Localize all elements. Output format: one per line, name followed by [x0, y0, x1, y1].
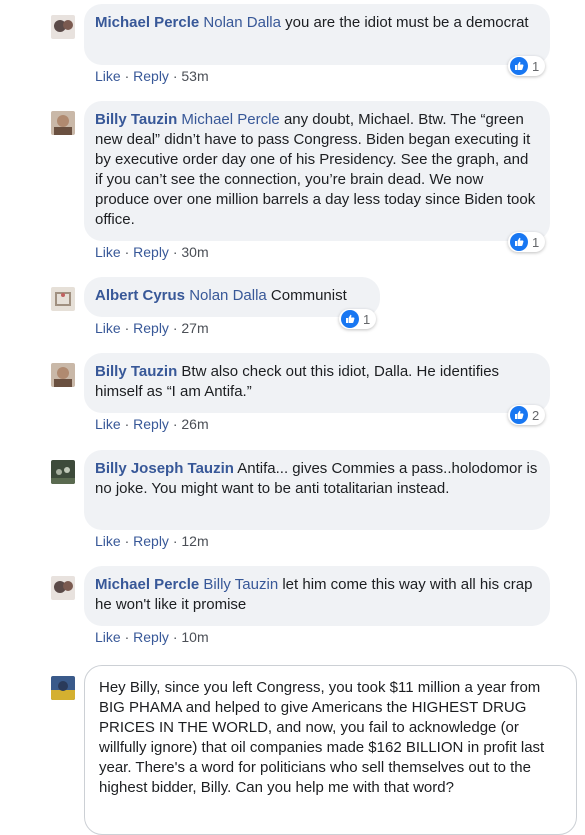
comment-author[interactable]: Michael Percle	[95, 576, 199, 593]
reply-link[interactable]: Reply	[133, 244, 169, 260]
reply-link[interactable]: Reply	[133, 320, 169, 336]
like-reaction-icon	[510, 57, 528, 75]
avatar[interactable]	[51, 111, 75, 135]
comment-mention[interactable]: Billy Tauzin	[203, 576, 278, 593]
avatar[interactable]	[51, 287, 75, 311]
comment-time[interactable]: 27m	[181, 320, 208, 336]
comment-actions: Like · Reply · 53m	[95, 68, 209, 84]
reaction-count[interactable]: 1	[339, 309, 377, 329]
comment-bubble: Michael Percle Billy Tauzin let him come…	[84, 566, 550, 626]
comment-mention[interactable]: Nolan Dalla	[189, 287, 267, 304]
separator: ·	[172, 320, 178, 336]
comment-time[interactable]: 53m	[181, 68, 208, 84]
reply-input-text: Hey Billy, since you left Congress, you …	[99, 679, 545, 796]
separator: ·	[124, 629, 130, 645]
separator: ·	[124, 320, 130, 336]
separator: ·	[172, 416, 178, 432]
comment-text: Communist	[266, 287, 347, 304]
comment-bubble: Billy Joseph Tauzin Antifa... gives Comm…	[84, 450, 550, 530]
comment-actions: Like · Reply · 12m	[95, 533, 209, 549]
avatar[interactable]	[51, 460, 75, 484]
like-reaction-icon	[341, 310, 359, 328]
comment-author[interactable]: Billy Tauzin	[95, 111, 177, 128]
avatar-image-icon	[51, 460, 75, 484]
like-link[interactable]: Like	[95, 629, 121, 645]
reply-link[interactable]: Reply	[133, 416, 169, 432]
separator: ·	[172, 629, 178, 645]
like-link[interactable]: Like	[95, 68, 121, 84]
avatar-image-icon	[51, 15, 75, 39]
avatar[interactable]	[51, 363, 75, 387]
reply-link[interactable]: Reply	[133, 533, 169, 549]
reaction-number: 1	[363, 311, 371, 327]
separator: ·	[124, 533, 130, 549]
reaction-number: 1	[532, 58, 540, 74]
reaction-count[interactable]: 1	[508, 56, 546, 76]
comment-author[interactable]: Albert Cyrus	[95, 287, 185, 304]
like-link[interactable]: Like	[95, 533, 121, 549]
avatar-image-icon	[51, 111, 75, 135]
comment-mention[interactable]: Nolan Dalla	[203, 14, 281, 31]
separator: ·	[124, 416, 130, 432]
like-reaction-icon	[510, 233, 528, 251]
separator: ·	[124, 68, 130, 84]
separator: ·	[124, 244, 130, 260]
current-user-avatar[interactable]	[51, 676, 75, 700]
reply-link[interactable]: Reply	[133, 68, 169, 84]
comment-bubble: Billy Tauzin Michael Percle any doubt, M…	[84, 101, 550, 241]
avatar-image-icon	[51, 287, 75, 311]
like-reaction-icon	[510, 406, 528, 424]
reaction-count[interactable]: 1	[508, 232, 546, 252]
comment-time[interactable]: 10m	[181, 629, 208, 645]
comment-text: you are the idiot must be a democrat	[280, 14, 529, 31]
reply-link[interactable]: Reply	[133, 629, 169, 645]
comment-time[interactable]: 12m	[181, 533, 208, 549]
comment-actions: Like · Reply · 27m	[95, 320, 209, 336]
like-link[interactable]: Like	[95, 416, 121, 432]
avatar-image-icon	[51, 676, 75, 700]
reply-input[interactable]: Hey Billy, since you left Congress, you …	[84, 665, 577, 835]
separator: ·	[172, 244, 178, 260]
separator: ·	[172, 533, 178, 549]
comment-mention[interactable]: Michael Percle	[181, 111, 279, 128]
comment-author[interactable]: Billy Joseph Tauzin	[95, 460, 234, 477]
comment-time[interactable]: 26m	[181, 416, 208, 432]
reaction-number: 1	[532, 234, 540, 250]
like-link[interactable]: Like	[95, 320, 121, 336]
separator: ·	[172, 68, 178, 84]
comment-bubble: Albert Cyrus Nolan Dalla Communist	[84, 277, 380, 317]
comment-bubble: Michael Percle Nolan Dalla you are the i…	[84, 4, 550, 65]
comment-text: any doubt, Michael. Btw. The “green new …	[95, 111, 536, 228]
avatar[interactable]	[51, 15, 75, 39]
like-link[interactable]: Like	[95, 244, 121, 260]
reaction-number: 2	[532, 407, 540, 423]
comment-author[interactable]: Billy Tauzin	[95, 363, 177, 380]
comment-author[interactable]: Michael Percle	[95, 14, 199, 31]
comment-bubble: Billy Tauzin Btw also check out this idi…	[84, 353, 550, 413]
avatar-image-icon	[51, 576, 75, 600]
comment-actions: Like · Reply · 30m	[95, 244, 209, 260]
avatar[interactable]	[51, 576, 75, 600]
comment-actions: Like · Reply · 26m	[95, 416, 209, 432]
reaction-count[interactable]: 2	[508, 405, 546, 425]
avatar-image-icon	[51, 363, 75, 387]
comment-actions: Like · Reply · 10m	[95, 629, 209, 645]
comment-time[interactable]: 30m	[181, 244, 208, 260]
